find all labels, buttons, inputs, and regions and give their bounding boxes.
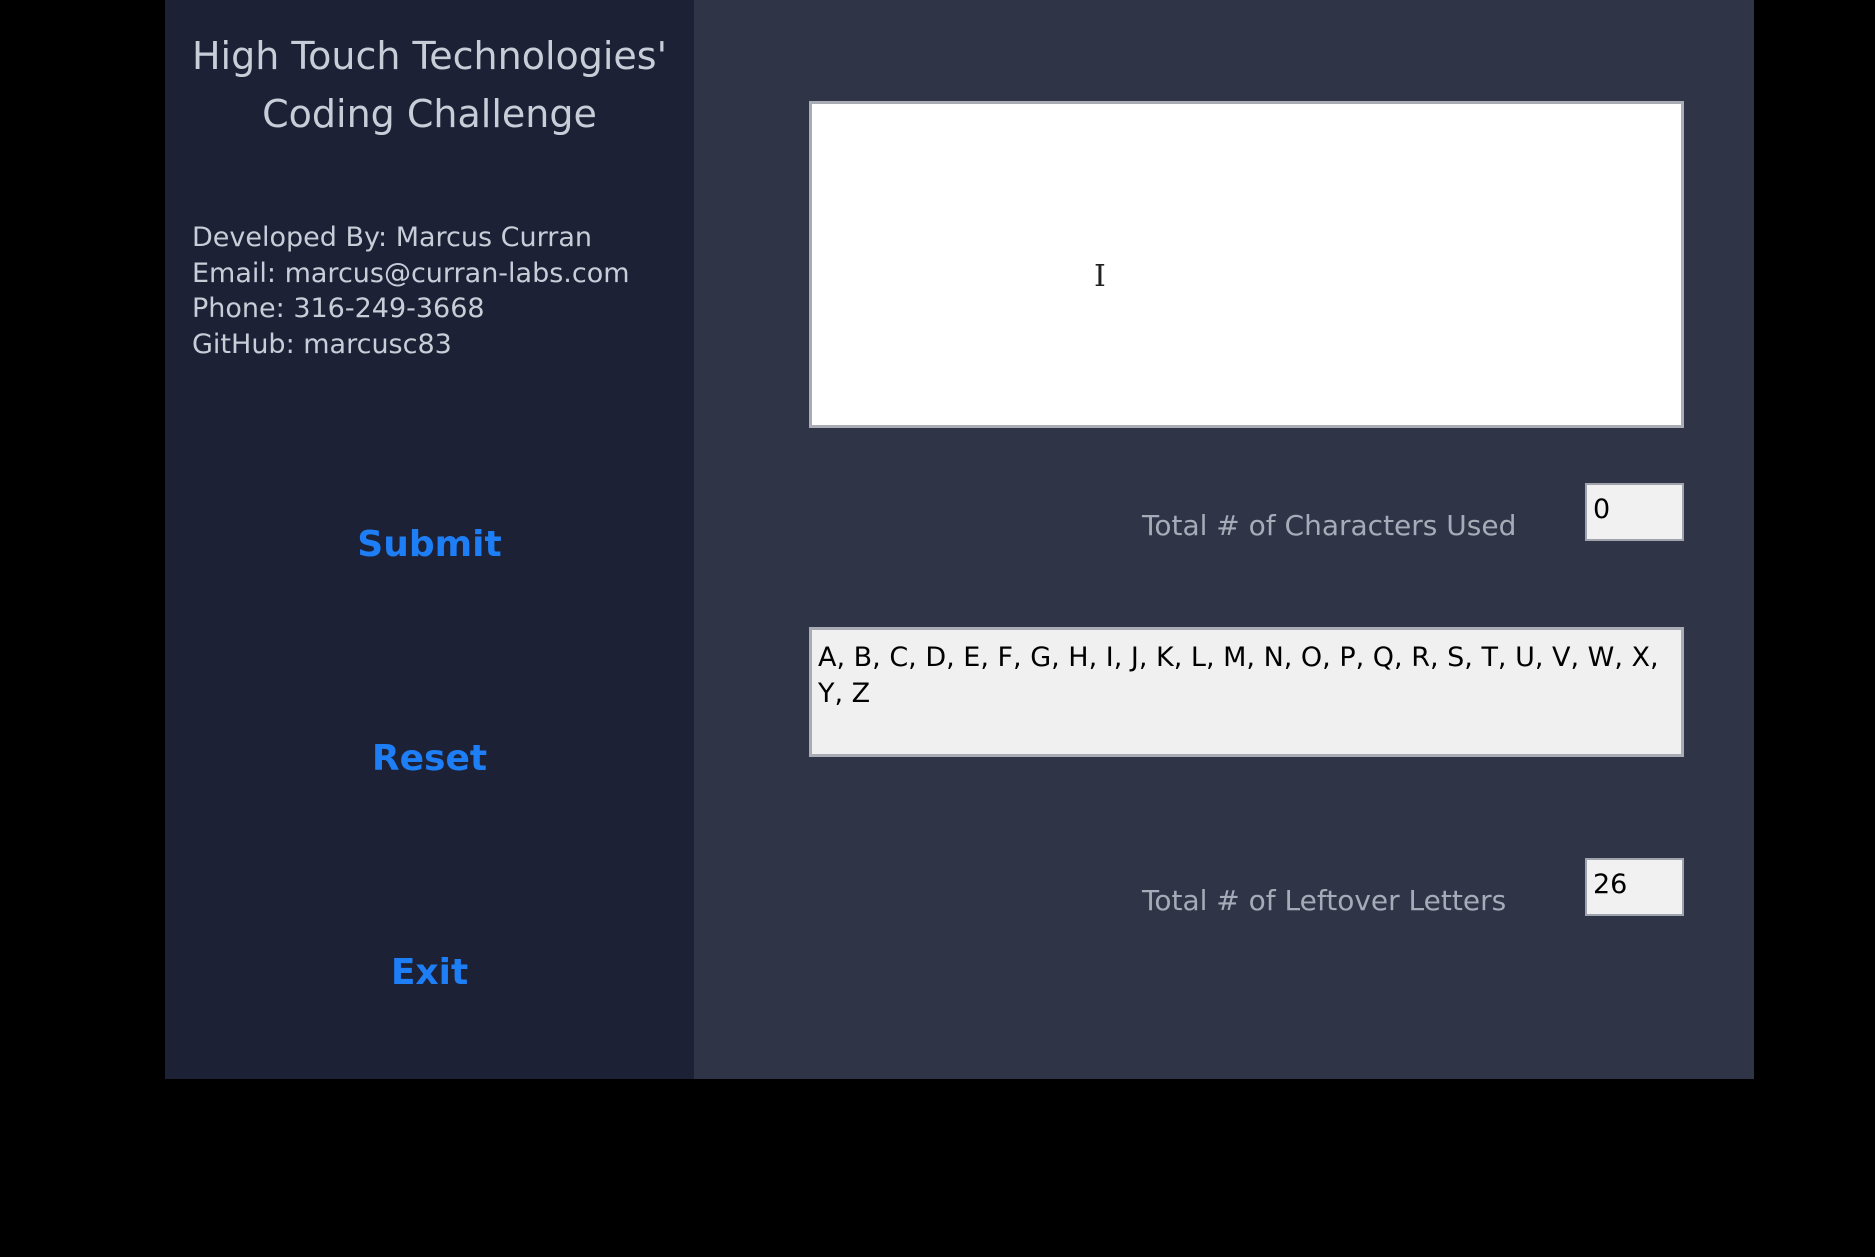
app-title-line-2: Coding Challenge: [262, 92, 597, 136]
leftover-letters-label: Total # of Leftover Letters: [1142, 884, 1507, 917]
sidebar: High Touch Technologies' Coding Challeng…: [165, 0, 694, 1079]
app-title-line-1: High Touch Technologies': [191, 34, 668, 78]
text-input-area[interactable]: [809, 101, 1684, 428]
email-info: Email: marcus@curran-labs.com: [192, 258, 630, 289]
developer-info: Developed By: Marcus Curran: [192, 222, 593, 253]
submit-button[interactable]: Submit: [165, 510, 694, 580]
reset-button[interactable]: Reset: [165, 724, 694, 794]
text-ibeam-cursor-icon: I: [1094, 259, 1106, 294]
leftover-letters-output: A, B, C, D, E, F, G, H, I, J, K, L, M, N…: [809, 627, 1684, 757]
characters-used-label: Total # of Characters Used: [1142, 509, 1517, 542]
characters-used-count: 0: [1585, 483, 1684, 541]
exit-button[interactable]: Exit: [165, 938, 694, 1008]
app-window: High Touch Technologies' Coding Challeng…: [165, 0, 1754, 1079]
github-info: GitHub: marcusc83: [192, 329, 452, 360]
phone-info: Phone: 316-249-3668: [192, 293, 485, 324]
leftover-letters-count: 26: [1585, 858, 1684, 916]
